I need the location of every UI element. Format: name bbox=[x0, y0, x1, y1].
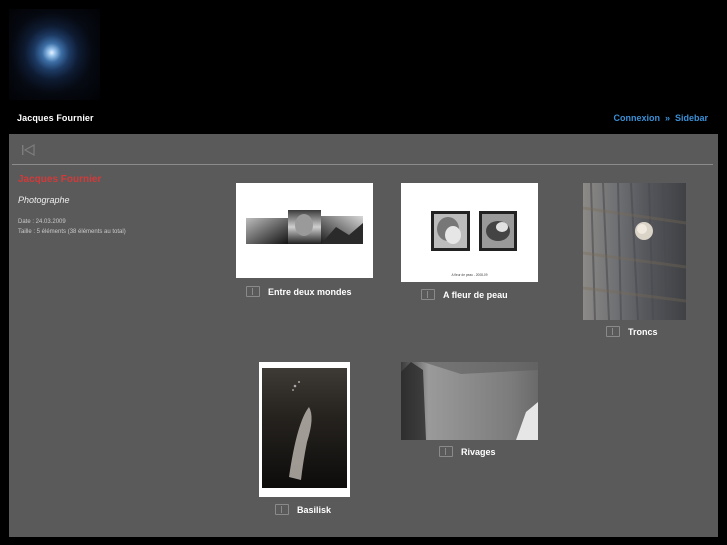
album-caption[interactable]: A fleur de peau bbox=[421, 289, 508, 300]
thumbnail-image: A fleur de peau - 2008-09 bbox=[401, 183, 538, 282]
thumbnail-image bbox=[401, 362, 538, 440]
login-link[interactable]: Connexion bbox=[613, 113, 660, 123]
album-size: Taille : 5 éléments (38 éléments au tota… bbox=[18, 229, 126, 235]
toolbar bbox=[9, 134, 718, 165]
thumbnail-image bbox=[259, 362, 350, 497]
album-icon bbox=[439, 446, 453, 457]
album-icon bbox=[606, 326, 620, 337]
album-item-title[interactable]: Troncs bbox=[628, 327, 658, 337]
album-thumbnail[interactable] bbox=[583, 183, 686, 320]
album-item-title[interactable]: Basilisk bbox=[297, 505, 331, 515]
album-icon bbox=[275, 504, 289, 515]
header-links: Connexion » Sidebar bbox=[613, 113, 708, 123]
album-item-title[interactable]: Rivages bbox=[461, 447, 496, 457]
album-date: Date : 24.03.2009 bbox=[18, 219, 66, 225]
content-area: Jacques Fournier Photographe Date : 24.0… bbox=[9, 134, 718, 537]
album-caption[interactable]: Basilisk bbox=[275, 504, 331, 515]
site-logo[interactable] bbox=[9, 9, 100, 100]
site-title[interactable]: Jacques Fournier bbox=[17, 113, 94, 123]
album-icon bbox=[421, 289, 435, 300]
album-thumbnail[interactable]: A fleur de peau - 2008-09 bbox=[401, 183, 538, 282]
album-meta: Date : 24.03.2009 Taille : 5 éléments (3… bbox=[18, 217, 218, 237]
toolbar-divider bbox=[12, 164, 713, 165]
album-thumbnail[interactable] bbox=[259, 362, 350, 497]
album-caption[interactable]: Troncs bbox=[606, 326, 658, 337]
album-info: Jacques Fournier Photographe Date : 24.0… bbox=[18, 174, 218, 237]
album-thumbnail[interactable] bbox=[401, 362, 538, 440]
album-caption[interactable]: Entre deux mondes bbox=[246, 286, 352, 297]
first-page-icon[interactable] bbox=[22, 144, 36, 156]
header: Jacques Fournier Connexion » Sidebar bbox=[0, 0, 727, 134]
album-title: Jacques Fournier bbox=[18, 174, 102, 185]
album-thumbnail[interactable] bbox=[236, 183, 373, 278]
album-item-title[interactable]: Entre deux mondes bbox=[268, 287, 352, 297]
album-item-title[interactable]: A fleur de peau bbox=[443, 290, 508, 300]
link-separator: » bbox=[664, 113, 670, 123]
album-icon bbox=[246, 286, 260, 297]
thumbnail-caption: A fleur de peau - 2008-09 bbox=[452, 273, 488, 277]
sidebar-link[interactable]: Sidebar bbox=[675, 113, 708, 123]
album-caption[interactable]: Rivages bbox=[439, 446, 496, 457]
album-subtitle: Photographe bbox=[18, 195, 70, 205]
thumbnail-image bbox=[236, 183, 373, 278]
thumbnail-image bbox=[583, 183, 686, 320]
